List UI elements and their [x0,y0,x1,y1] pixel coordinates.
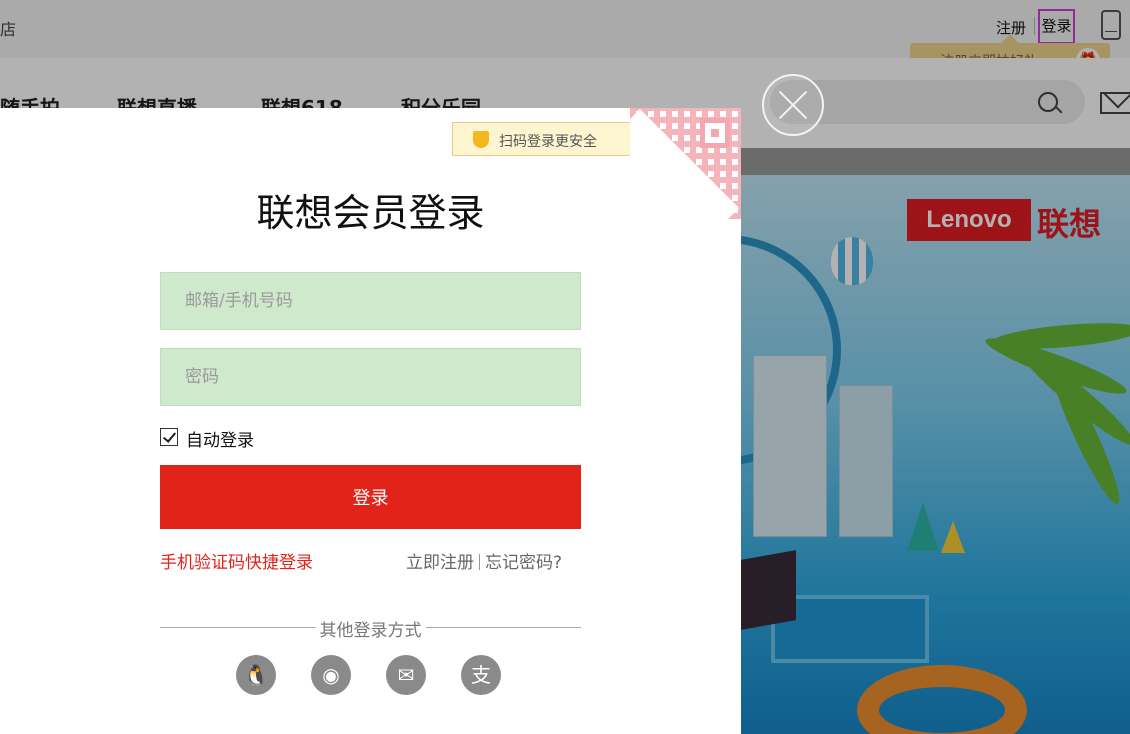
divider [479,554,480,570]
alipay-login-icon[interactable]: 支 [461,655,501,695]
other-login-divider: 其他登录方式 [160,616,581,641]
other-login-label: 其他登录方式 [319,621,422,641]
weibo-login-icon[interactable]: ◉ [311,655,351,695]
account-field[interactable] [160,272,581,330]
sms-login-link[interactable]: 手机验证码快捷登录 [160,548,313,573]
divider-line [426,627,581,628]
login-title: 联想会员登录 [256,191,485,235]
shield-icon [473,131,489,148]
forgot-password-link[interactable]: 忘记密码? [485,553,562,573]
login-button[interactable]: 登录 [160,465,581,529]
account-links: 立即注册 忘记密码? [406,548,562,573]
qq-login-icon[interactable]: 🐧 [236,655,276,695]
close-icon[interactable] [762,74,824,136]
account-input[interactable] [161,273,580,329]
password-input[interactable] [161,349,580,405]
qr-login-tip[interactable]: 扫码登录更安全 [452,122,643,156]
password-field[interactable] [160,348,581,406]
wechat-login-icon[interactable]: ✉ [386,655,426,695]
qr-tip-label: 扫码登录更安全 [499,134,597,150]
auto-login-checkbox[interactable] [160,428,178,446]
auto-login-label[interactable]: 自动登录 [186,426,254,451]
register-now-link[interactable]: 立即注册 [406,553,474,573]
login-modal: 扫码登录更安全 联想会员登录 自动登录 登录 手机验证码快捷登录 立即注册忘记密… [0,108,741,734]
